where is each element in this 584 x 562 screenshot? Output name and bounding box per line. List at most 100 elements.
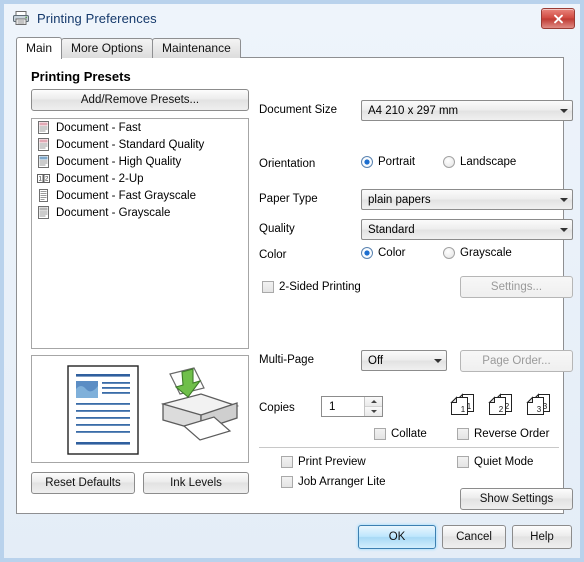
radio-indicator [361,156,373,168]
two-sided-settings-button[interactable]: Settings... [460,276,573,298]
list-item-label: Document - High Quality [56,155,182,168]
copies-spinner-buttons[interactable] [364,397,382,416]
copy-page-icon-3: 3 3 [526,393,550,415]
tab-maintenance-label: Maintenance [162,41,231,55]
two-sided-printing-label: 2-Sided Printing [279,281,361,293]
copies-label: Copies [259,402,295,414]
document-gray-icon [36,188,51,203]
collate-label: Collate [391,428,427,440]
quality-label: Quality [259,223,295,235]
quiet-mode-checkbox[interactable]: Quiet Mode [457,456,533,468]
printer-output-icon [160,367,240,441]
color-grayscale-radio[interactable]: Grayscale [443,247,512,259]
job-arranger-lite-checkbox[interactable]: Job Arranger Lite [281,476,386,488]
ok-button[interactable]: OK [358,525,436,549]
cancel-button[interactable]: Cancel [442,525,506,549]
document-size-value: A4 210 x 297 mm [368,104,459,117]
add-remove-presets-label: Add/Remove Presets... [80,94,200,106]
list-item[interactable]: Document - Grayscale [32,204,248,221]
color-color-radio[interactable]: Color [361,247,405,259]
radio-indicator [443,156,455,168]
document-preset-icon [36,137,51,152]
radio-indicator [443,247,455,259]
collate-checkbox[interactable]: Collate [374,428,427,440]
list-item-label: Document - Grayscale [56,206,171,219]
show-settings-button[interactable]: Show Settings [460,488,573,510]
copy-page-icon-1: 1 1 [450,393,474,415]
radio-indicator [361,247,373,259]
orientation-label: Orientation [259,158,316,170]
paper-type-dropdown[interactable]: plain papers [361,189,573,210]
copies-value: 1 [329,400,336,413]
title-bar: Printing Preferences [4,4,580,32]
print-preview-checkbox[interactable]: Print Preview [281,456,366,468]
left-button-group: Reset Defaults Ink Levels [31,472,249,494]
list-item[interactable]: Document - High Quality [32,153,248,170]
two-sided-printing-checkbox[interactable]: 2-Sided Printing [262,281,361,293]
ink-levels-button[interactable]: Ink Levels [143,472,249,494]
list-item-label: Document - Fast Grayscale [56,189,196,202]
presets-list[interactable]: Document - Fast Document - Standard Qual… [31,118,249,349]
copies-decrement-button[interactable] [365,407,382,416]
orientation-landscape-radio[interactable]: Landscape [443,156,516,168]
tab-maintenance[interactable]: Maintenance [152,38,241,58]
job-arranger-lite-label: Job Arranger Lite [298,476,386,488]
main-tab-panel: Printing Presets Add/Remove Presets... D… [16,57,573,514]
orientation-portrait-label: Portrait [378,156,416,168]
tab-more-options-label: More Options [71,41,144,55]
svg-text:2: 2 [499,405,504,414]
document-size-dropdown[interactable]: A4 210 x 297 mm [361,100,573,121]
color-label: Color [259,249,287,261]
orientation-portrait-radio[interactable]: Portrait [361,156,415,168]
tab-more-options[interactable]: More Options [61,38,154,58]
divider [259,447,559,448]
document-preset-icon [36,120,51,135]
document-size-label: Document Size [259,104,337,116]
add-remove-presets-button[interactable]: Add/Remove Presets... [31,89,249,111]
document-preset-icon [36,154,51,169]
list-item[interactable]: 1 2 Document - 2-Up [32,170,248,187]
chevron-down-icon [429,358,446,363]
ink-levels-label: Ink Levels [170,477,222,489]
checkbox-indicator [281,456,293,468]
help-button[interactable]: Help [512,525,572,549]
list-item[interactable]: Document - Standard Quality [32,136,248,153]
list-item[interactable]: Document - Fast [32,119,248,136]
checkbox-indicator [374,428,386,440]
quality-dropdown[interactable]: Standard [361,219,573,240]
page-order-label: Page Order... [482,355,551,367]
paper-type-value: plain papers [368,193,431,206]
two-up-icon: 1 2 [36,171,51,186]
chevron-down-icon [555,197,572,202]
quality-value: Standard [368,223,415,236]
list-item-label: Document - Standard Quality [56,138,205,151]
print-preview-illustration [31,355,249,463]
checkbox-indicator [457,456,469,468]
document-page-preview [67,365,139,455]
dialog-footer: OK Cancel Help [4,514,580,558]
page-order-button[interactable]: Page Order... [460,350,573,372]
list-item[interactable]: Document - Fast Grayscale [32,187,248,204]
ok-label: OK [388,531,406,543]
close-button[interactable] [541,8,575,29]
color-color-label: Color [378,247,406,259]
list-item-label: Document - Fast [56,121,141,134]
window-title: Printing Preferences [37,10,157,26]
checkbox-indicator [281,476,293,488]
tab-strip: Main More Options Maintenance [16,37,568,59]
reset-defaults-button[interactable]: Reset Defaults [31,472,135,494]
svg-text:3: 3 [537,405,542,414]
checkbox-indicator [457,428,469,440]
copies-stepper[interactable]: 1 [321,396,383,417]
help-label: Help [530,531,554,543]
printing-preferences-window: Printing Preferences Main More Options M… [0,0,584,562]
reverse-order-checkbox[interactable]: Reverse Order [457,428,549,440]
settings-panel: Document Size A4 210 x 297 mm Orientatio… [257,58,573,513]
copies-increment-button[interactable] [365,397,382,407]
tab-main[interactable]: Main [16,37,63,59]
quiet-mode-label: Quiet Mode [474,456,534,468]
two-sided-settings-label: Settings... [490,281,543,293]
multi-page-dropdown[interactable]: Off [361,350,447,371]
checkbox-indicator [262,281,274,293]
reverse-order-label: Reverse Order [474,428,550,440]
